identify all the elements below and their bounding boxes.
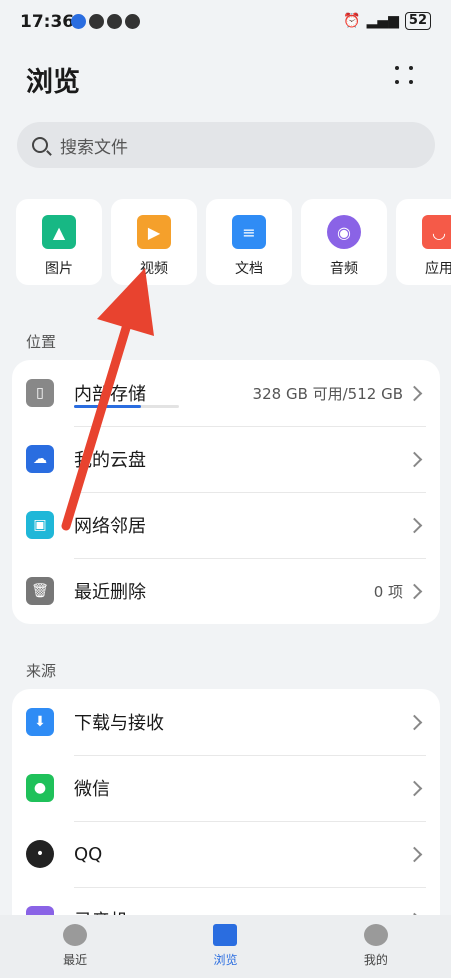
annotation-arrow-icon [61, 268, 154, 531]
